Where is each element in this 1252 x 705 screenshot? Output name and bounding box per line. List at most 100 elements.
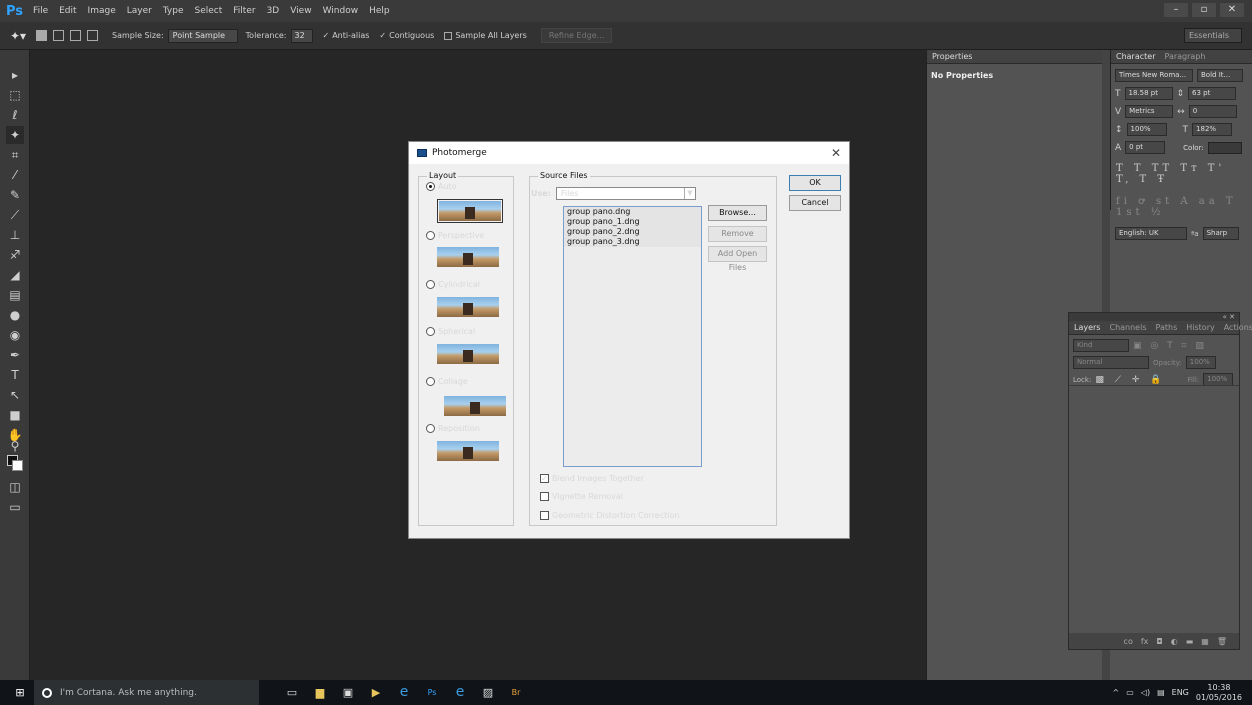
opentype-buttons[interactable]: fi ꝍ st A aa T 1st ½ [1111,189,1252,222]
source-file-list[interactable]: group pano.dng group pano_1.dng group pa… [563,206,702,467]
tracking-select[interactable]: 0 [1188,105,1237,118]
lock-icons[interactable]: ▩ ⟋ ✛ 🔒 [1095,375,1165,385]
cancel-button[interactable]: Cancel [789,195,841,211]
healing-brush-tool-icon[interactable]: ✎ [6,186,24,204]
lasso-tool-icon[interactable]: ℓ [6,106,24,124]
layers-list[interactable] [1069,385,1239,635]
volume-icon[interactable]: ◁) [1141,688,1150,697]
type-style-buttons[interactable]: T T TT Tт T' T, T Ŧ [1111,159,1252,189]
edge-browser-icon[interactable]: e [393,680,415,705]
path-selection-tool-icon[interactable]: ↖ [6,386,24,404]
tolerance-input[interactable]: 32 [290,28,313,43]
bridge-taskbar-icon[interactable]: Br [505,680,527,705]
layout-perspective-radio[interactable]: Perspective [426,231,484,240]
layout-auto-radio[interactable]: Auto [426,182,457,191]
tab-paragraph[interactable]: Paragraph [1165,52,1206,61]
tab-character[interactable]: Character [1116,52,1156,61]
list-item[interactable]: group pano_2.dng [564,227,701,237]
menu-window[interactable]: Window [323,6,359,16]
dialog-close-icon[interactable]: ✕ [829,146,843,160]
eyedropper-tool-icon[interactable]: ⁄ [6,166,24,184]
ie-browser-icon[interactable]: e [449,680,471,705]
browse-button[interactable]: Browse... [708,205,767,221]
adjustment-layer-icon[interactable]: ◐ [1171,637,1178,646]
crop-tool-icon[interactable]: ⌗ [6,146,24,164]
layer-filter-select[interactable]: Kind [1073,339,1129,352]
tab-layers[interactable]: Layers [1074,323,1100,332]
screen-mode-icon[interactable]: ▭ [6,498,24,516]
anti-alias-checkbox[interactable]: ✓ Anti-alias [323,31,370,40]
refine-edge-button[interactable]: Refine Edge... [540,28,613,43]
list-item[interactable]: group pano.dng [564,207,701,217]
leading-input[interactable]: 63 pt [1188,87,1237,100]
layout-perspective-thumbnail[interactable] [437,247,499,267]
link-layers-icon[interactable]: co [1124,637,1133,646]
ok-button[interactable]: OK [789,175,841,191]
layout-auto-thumbnail[interactable] [437,199,503,223]
font-style-select[interactable]: Bold It... [1197,69,1243,82]
move-tool-icon[interactable]: ▸ [6,66,24,84]
windows-start-icon[interactable]: ⊞ [6,680,34,705]
subtract-selection-icon[interactable] [70,30,81,41]
color-swatches[interactable] [7,455,23,471]
store-icon[interactable]: ▣ [337,680,359,705]
layout-reposition-thumbnail[interactable] [437,441,499,461]
layout-cylindrical-radio[interactable]: Cylindrical [426,280,480,289]
zoom-tool-icon[interactable]: ⚲ [6,440,24,452]
restore-button[interactable]: ▫ [1192,3,1216,17]
notification-icon[interactable]: ▤ [1157,688,1165,697]
magic-wand-tool-preset-icon[interactable]: ✦▾ [6,27,30,45]
layout-collage-radio[interactable]: Collage [426,377,468,386]
menu-filter[interactable]: Filter [233,6,255,16]
layout-spherical-radio[interactable]: Spherical [426,327,475,336]
shape-tool-icon[interactable]: ■ [6,406,24,424]
task-view-icon[interactable]: ▭ [281,680,303,705]
filter-icons[interactable]: ▣ ◎ T ⌗ ▧ [1133,341,1207,351]
add-selection-icon[interactable] [53,30,64,41]
vignette-removal-checkbox[interactable]: Vignette Removal [540,492,623,501]
history-brush-tool-icon[interactable]: ♐ [6,246,24,264]
list-item[interactable]: group pano_1.dng [564,217,701,227]
type-tool-icon[interactable]: T [6,366,24,384]
new-layer-icon[interactable]: ▦ [1201,637,1209,646]
menu-3d[interactable]: 3D [267,6,280,16]
menu-file[interactable]: File [33,6,48,16]
menu-select[interactable]: Select [195,6,223,16]
menu-edit[interactable]: Edit [59,6,76,16]
menu-type[interactable]: Type [163,6,184,16]
clock[interactable]: 10:38 01/05/2016 [1196,683,1242,703]
close-window-button[interactable]: ✕ [1220,3,1244,17]
dodge-tool-icon[interactable]: ◉ [6,326,24,344]
file-explorer-icon[interactable]: ▆ [309,680,331,705]
gradient-tool-icon[interactable]: ▤ [6,286,24,304]
tab-actions[interactable]: Actions [1224,323,1252,332]
geometric-distortion-checkbox[interactable]: Geometric Distortion Correction [540,511,679,520]
media-icon[interactable]: ▶ [365,680,387,705]
antialias-select[interactable]: Sharp [1202,227,1239,240]
blend-images-checkbox[interactable]: ✓ Blend Images Together [540,474,644,483]
chevron-up-icon[interactable]: ^ [1113,688,1120,697]
eraser-tool-icon[interactable]: ◢ [6,266,24,284]
pen-tool-icon[interactable]: ✒ [6,346,24,364]
tab-history[interactable]: History [1186,323,1214,332]
remove-button[interactable]: Remove [708,226,767,242]
add-mask-icon[interactable]: ◘ [1156,637,1162,646]
menu-view[interactable]: View [290,6,311,16]
font-family-select[interactable]: Times New Roma... [1115,69,1193,82]
baseline-shift-input[interactable]: 0 pt [1125,141,1166,154]
list-item[interactable]: group pano_3.dng [564,237,701,247]
menu-help[interactable]: Help [369,6,390,16]
magic-wand-tool-icon[interactable]: ✦ [6,126,24,144]
use-select[interactable]: Files ▼ [555,187,696,200]
tab-properties[interactable]: Properties [932,52,972,61]
text-color-swatch[interactable] [1207,141,1242,154]
marquee-tool-icon[interactable]: ⬚ [6,86,24,104]
layout-spherical-thumbnail[interactable] [437,344,499,364]
intersect-selection-icon[interactable] [87,30,98,41]
vertical-scale-input[interactable]: 100% [1126,123,1167,136]
layout-collage-thumbnail[interactable] [444,396,506,416]
minimize-button[interactable]: – [1164,3,1188,17]
layout-cylindrical-thumbnail[interactable] [437,297,499,317]
photos-icon[interactable]: ▨ [477,680,499,705]
network-icon[interactable]: ▭ [1126,688,1134,697]
